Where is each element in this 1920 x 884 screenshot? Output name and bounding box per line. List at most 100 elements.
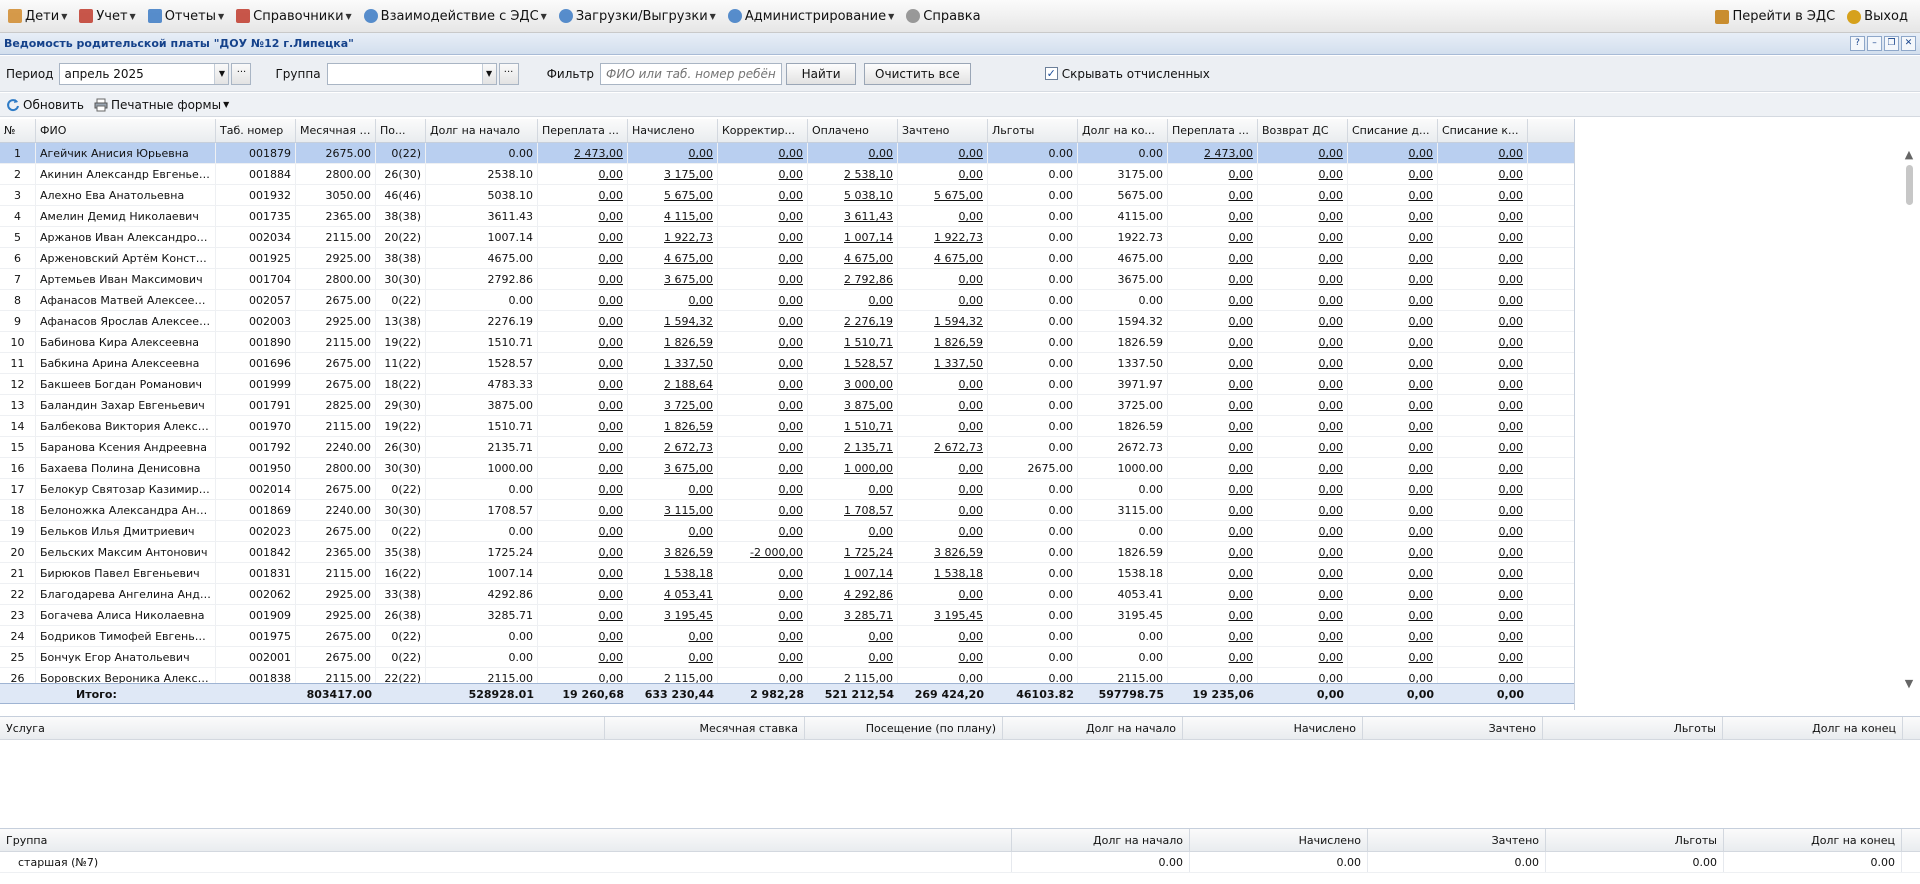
cell-link-text[interactable]: 0,00 bbox=[599, 483, 624, 496]
table-row[interactable]: 10 Бабинова Кира Алексеевна 001890 2115.00 1… bbox=[0, 332, 1574, 353]
column-header-11[interactable]: Льготы bbox=[988, 119, 1078, 142]
table-cell-link[interactable]: 0,00 bbox=[1438, 584, 1528, 604]
table-cell-link[interactable]: 0,00 bbox=[1258, 458, 1348, 478]
cell-link-text[interactable]: 0,00 bbox=[599, 651, 624, 664]
table-cell-link[interactable]: 0,00 bbox=[1258, 185, 1348, 205]
table-cell-link[interactable]: 0,00 bbox=[538, 542, 628, 562]
chevron-down-icon[interactable]: ▼ bbox=[481, 63, 496, 84]
table-cell-link[interactable]: 1 007,14 bbox=[808, 227, 898, 247]
table-cell-link[interactable]: 1 826,59 bbox=[898, 332, 988, 352]
cell-link-text[interactable]: 0,00 bbox=[599, 168, 624, 181]
table-cell-link[interactable]: 0,00 bbox=[718, 521, 808, 541]
cell-link-text[interactable]: 0,00 bbox=[869, 147, 894, 160]
table-cell-link[interactable]: 0,00 bbox=[1258, 626, 1348, 646]
cell-link-text[interactable]: 0,00 bbox=[1229, 189, 1254, 202]
groups-column-header-5[interactable]: Долг на конец bbox=[1724, 829, 1902, 851]
table-cell-link[interactable]: 0,00 bbox=[1258, 395, 1348, 415]
table-cell-link[interactable]: 0,00 bbox=[538, 227, 628, 247]
table-cell-link[interactable]: 0,00 bbox=[718, 584, 808, 604]
services-column-header-5[interactable]: Зачтено bbox=[1363, 717, 1543, 739]
group-select[interactable]: ▼ bbox=[326, 62, 497, 85]
table-cell-link[interactable]: 0,00 bbox=[898, 584, 988, 604]
table-cell-link[interactable]: 0,00 bbox=[808, 647, 898, 667]
cell-link-text[interactable]: 0,00 bbox=[1229, 294, 1254, 307]
cell-link-text[interactable]: 0,00 bbox=[1319, 588, 1344, 601]
table-cell-link[interactable]: 0,00 bbox=[898, 164, 988, 184]
table-row[interactable]: 26Боровских Вероника Александр...0018382… bbox=[0, 668, 1574, 683]
cell-link-text[interactable]: 0,00 bbox=[1319, 567, 1344, 580]
table-cell-link[interactable]: 0,00 bbox=[538, 206, 628, 226]
table-cell-link[interactable]: 0,00 bbox=[1438, 542, 1528, 562]
table-cell-link[interactable]: 0,00 bbox=[1348, 185, 1438, 205]
cell-link-text[interactable]: 0,00 bbox=[599, 189, 624, 202]
cell-link-text[interactable]: 0,00 bbox=[779, 420, 804, 433]
table-row[interactable]: 19 Бельков Илья Дмитриевич 002023 2675.00 0(… bbox=[0, 521, 1574, 542]
table-cell-link[interactable]: 3 195,45 bbox=[628, 605, 718, 625]
table-cell-link[interactable]: 3 826,59 bbox=[628, 542, 718, 562]
cell-link-text[interactable]: 0,00 bbox=[599, 462, 624, 475]
cell-link-text[interactable]: 1 594,32 bbox=[934, 315, 983, 328]
table-cell-link[interactable]: 0,00 bbox=[1168, 500, 1258, 520]
cell-link-text[interactable]: 0,00 bbox=[779, 399, 804, 412]
table-cell-link[interactable]: 0,00 bbox=[808, 290, 898, 310]
table-cell-link[interactable]: 0,00 bbox=[1258, 374, 1348, 394]
cell-link-text[interactable]: 0,00 bbox=[1229, 210, 1254, 223]
table-cell-link[interactable]: 0,00 bbox=[538, 332, 628, 352]
table-cell-link[interactable]: 0,00 bbox=[718, 416, 808, 436]
cell-link-text[interactable]: 2 473,00 bbox=[1204, 147, 1253, 160]
chevron-down-icon[interactable]: ▼ bbox=[214, 63, 229, 84]
column-header-4[interactable]: По... bbox=[376, 119, 426, 142]
table-cell-link[interactable]: 0,00 bbox=[538, 668, 628, 683]
table-cell-link[interactable]: 0,00 bbox=[898, 143, 988, 163]
cell-link-text[interactable]: 0,00 bbox=[599, 336, 624, 349]
cell-link-text[interactable]: 0,00 bbox=[1319, 315, 1344, 328]
table-cell-link[interactable]: 0,00 bbox=[718, 647, 808, 667]
services-column-header-3[interactable]: Долг на начало bbox=[1003, 717, 1183, 739]
table-cell-link[interactable]: 1 510,71 bbox=[808, 416, 898, 436]
cell-link-text[interactable]: 0,00 bbox=[959, 273, 984, 286]
cell-link-text[interactable]: 0,00 bbox=[1319, 525, 1344, 538]
table-cell-link[interactable]: 0,00 bbox=[898, 206, 988, 226]
table-cell-link[interactable]: 1 826,59 bbox=[628, 332, 718, 352]
cell-link-text[interactable]: 0,00 bbox=[1229, 588, 1254, 601]
hide-expelled-checkbox[interactable]: ✓ Скрывать отчисленных bbox=[1044, 67, 1210, 81]
table-cell-link[interactable]: 0,00 bbox=[1438, 353, 1528, 373]
cell-link-text[interactable]: 0,00 bbox=[1499, 399, 1524, 412]
cell-link-text[interactable]: 0,00 bbox=[1229, 462, 1254, 475]
cell-link-text[interactable]: 0,00 bbox=[1499, 546, 1524, 559]
cell-link-text[interactable]: 2 538,10 bbox=[844, 168, 893, 181]
table-cell-link[interactable]: 3 675,00 bbox=[628, 269, 718, 289]
table-cell-link[interactable]: 0,00 bbox=[538, 248, 628, 268]
cell-link-text[interactable]: 0,00 bbox=[779, 294, 804, 307]
table-cell-link[interactable]: 0,00 bbox=[1348, 269, 1438, 289]
cell-link-text[interactable]: 0,00 bbox=[1499, 483, 1524, 496]
cell-link-text[interactable]: 0,00 bbox=[959, 672, 984, 683]
table-cell-link[interactable]: 0,00 bbox=[898, 668, 988, 683]
cell-link-text[interactable]: 0,00 bbox=[1409, 147, 1434, 160]
cell-link-text[interactable]: 0,00 bbox=[959, 462, 984, 475]
column-header-10[interactable]: Зачтено bbox=[898, 119, 988, 142]
table-cell-link[interactable]: 0,00 bbox=[1438, 416, 1528, 436]
cell-link-text[interactable]: 0,00 bbox=[599, 315, 624, 328]
table-cell-link[interactable]: 0,00 bbox=[1438, 227, 1528, 247]
table-cell-link[interactable]: 0,00 bbox=[1438, 479, 1528, 499]
table-cell-link[interactable]: 1 337,50 bbox=[628, 353, 718, 373]
table-cell-link[interactable]: 0,00 bbox=[1348, 416, 1438, 436]
table-row[interactable]: 12 Бакшеев Богдан Романович 001999 2675.00 1… bbox=[0, 374, 1574, 395]
scroll-thumb[interactable] bbox=[1905, 165, 1913, 205]
column-header-6[interactable]: Переплата ... bbox=[538, 119, 628, 142]
cell-link-text[interactable]: 0,00 bbox=[1499, 609, 1524, 622]
cell-link-text[interactable]: 0,00 bbox=[1499, 357, 1524, 370]
cell-link-text[interactable]: 0,00 bbox=[869, 651, 894, 664]
cell-link-text[interactable]: 1 922,73 bbox=[664, 231, 713, 244]
cell-link-text[interactable]: 0,00 bbox=[779, 189, 804, 202]
cell-link-text[interactable]: 0,00 bbox=[1229, 504, 1254, 517]
cell-link-text[interactable]: 1 007,14 bbox=[844, 567, 893, 580]
cell-link-text[interactable]: 0,00 bbox=[1319, 147, 1344, 160]
table-cell-link[interactable]: 3 115,00 bbox=[628, 500, 718, 520]
cell-link-text[interactable]: 0,00 bbox=[779, 231, 804, 244]
column-header-2[interactable]: Таб. номер bbox=[216, 119, 296, 142]
table-cell-link[interactable]: 0,00 bbox=[538, 185, 628, 205]
table-cell-link[interactable]: 0,00 bbox=[1168, 563, 1258, 583]
cell-link-text[interactable]: 0,00 bbox=[779, 672, 804, 683]
